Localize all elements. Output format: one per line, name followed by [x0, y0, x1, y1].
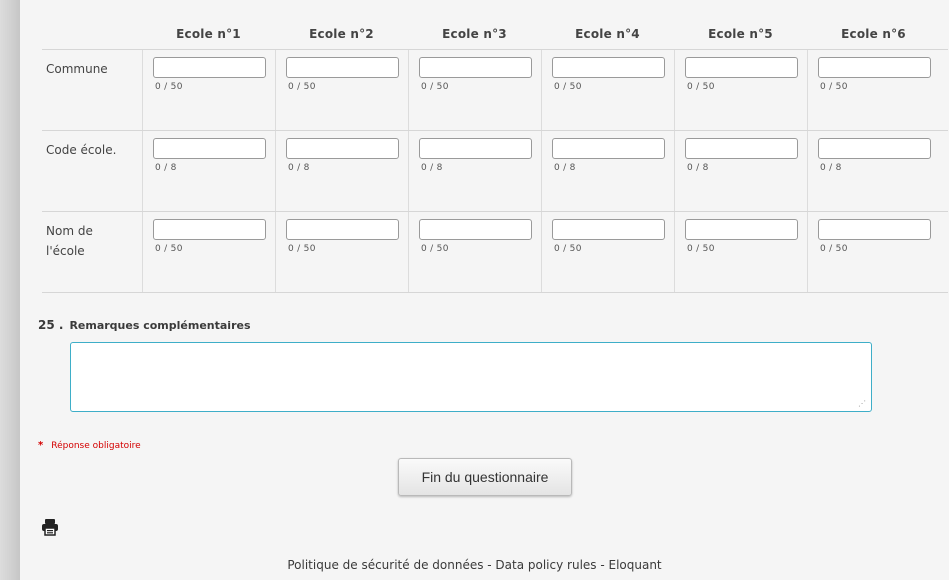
row-label-code-ecole: Code école.: [46, 143, 117, 157]
char-counter: 0 / 50: [421, 244, 449, 254]
commune-input-5[interactable]: [685, 57, 798, 78]
grid-header: Ecole n°1 Ecole n°2 Ecole n°3 Ecole n°4 …: [42, 17, 948, 49]
required-text: Réponse obligatoire: [51, 441, 141, 451]
nom-ecole-input-3[interactable]: [419, 219, 532, 240]
cell-code-3: 0 / 8: [408, 131, 541, 211]
char-counter: 0 / 50: [288, 82, 316, 92]
commune-input-4[interactable]: [552, 57, 665, 78]
required-note: * Réponse obligatoire: [38, 440, 141, 451]
char-counter: 0 / 8: [155, 163, 177, 173]
char-counter: 0 / 8: [421, 163, 443, 173]
char-counter: 0 / 50: [687, 82, 715, 92]
cell-nom-4: 0 / 50: [541, 212, 674, 292]
code-ecole-input-1[interactable]: [153, 138, 266, 159]
char-counter: 0 / 8: [554, 163, 576, 173]
row-label-commune: Commune: [46, 62, 108, 76]
char-counter: 0 / 8: [820, 163, 842, 173]
char-counter: 0 / 50: [554, 244, 582, 254]
cell-commune-4: 0 / 50: [541, 50, 674, 130]
page-gutter: [0, 0, 20, 580]
code-ecole-input-3[interactable]: [419, 138, 532, 159]
commune-input-1[interactable]: [153, 57, 266, 78]
nom-ecole-input-6[interactable]: [818, 219, 931, 240]
cell-commune-1: 0 / 50: [142, 50, 275, 130]
cell-nom-2: 0 / 50: [275, 212, 408, 292]
char-counter: 0 / 8: [687, 163, 709, 173]
commune-input-6[interactable]: [818, 57, 931, 78]
question-number: 25 .: [38, 318, 64, 332]
row-label-nom-ecole: Nom de l'école: [46, 224, 93, 258]
required-star-icon: *: [38, 440, 44, 451]
char-counter: 0 / 50: [288, 244, 316, 254]
column-header-ecole-3: Ecole n°3: [442, 27, 507, 41]
nom-ecole-input-4[interactable]: [552, 219, 665, 240]
column-header-ecole-4: Ecole n°4: [575, 27, 640, 41]
resize-grip-icon[interactable]: ⋰: [858, 400, 868, 410]
nom-ecole-input-1[interactable]: [153, 219, 266, 240]
column-header-ecole-1: Ecole n°1: [176, 27, 241, 41]
remarks-textarea[interactable]: [70, 342, 872, 412]
cell-code-5: 0 / 8: [674, 131, 807, 211]
cell-code-4: 0 / 8: [541, 131, 674, 211]
cell-commune-6: 0 / 50: [807, 50, 940, 130]
grid-row-nom-ecole: Nom de l'école 0 / 50 0 / 50 0 / 50 0 / …: [42, 211, 948, 293]
char-counter: 0 / 8: [288, 163, 310, 173]
cell-commune-2: 0 / 50: [275, 50, 408, 130]
cell-code-1: 0 / 8: [142, 131, 275, 211]
question-label: Remarques complémentaires: [69, 319, 251, 332]
code-ecole-input-2[interactable]: [286, 138, 399, 159]
commune-input-3[interactable]: [419, 57, 532, 78]
char-counter: 0 / 50: [421, 82, 449, 92]
cell-commune-3: 0 / 50: [408, 50, 541, 130]
char-counter: 0 / 50: [820, 244, 848, 254]
cell-nom-6: 0 / 50: [807, 212, 940, 292]
char-counter: 0 / 50: [687, 244, 715, 254]
grid-row-commune: Commune 0 / 50 0 / 50 0 / 50 0 / 50 0 / …: [42, 49, 948, 130]
grid-row-code-ecole: Code école. 0 / 8 0 / 8 0 / 8 0 / 8 0 / …: [42, 130, 948, 211]
char-counter: 0 / 50: [554, 82, 582, 92]
commune-input-2[interactable]: [286, 57, 399, 78]
printer-icon[interactable]: [41, 518, 59, 536]
column-header-ecole-2: Ecole n°2: [309, 27, 374, 41]
char-counter: 0 / 50: [155, 82, 183, 92]
cell-nom-1: 0 / 50: [142, 212, 275, 292]
column-header-ecole-5: Ecole n°5: [708, 27, 773, 41]
question-title: 25 . Remarques complémentaires: [38, 318, 251, 332]
nom-ecole-input-2[interactable]: [286, 219, 399, 240]
finish-survey-button[interactable]: Fin du questionnaire: [398, 458, 572, 496]
cell-code-2: 0 / 8: [275, 131, 408, 211]
column-header-ecole-6: Ecole n°6: [841, 27, 906, 41]
code-ecole-input-6[interactable]: [818, 138, 931, 159]
char-counter: 0 / 50: [155, 244, 183, 254]
code-ecole-input-4[interactable]: [552, 138, 665, 159]
char-counter: 0 / 50: [820, 82, 848, 92]
nom-ecole-input-5[interactable]: [685, 219, 798, 240]
cell-code-6: 0 / 8: [807, 131, 940, 211]
code-ecole-input-5[interactable]: [685, 138, 798, 159]
cell-nom-5: 0 / 50: [674, 212, 807, 292]
school-grid: Ecole n°1 Ecole n°2 Ecole n°3 Ecole n°4 …: [42, 17, 948, 293]
cell-nom-3: 0 / 50: [408, 212, 541, 292]
footer-links[interactable]: Politique de sécurité de données - Data …: [0, 558, 949, 572]
cell-commune-5: 0 / 50: [674, 50, 807, 130]
